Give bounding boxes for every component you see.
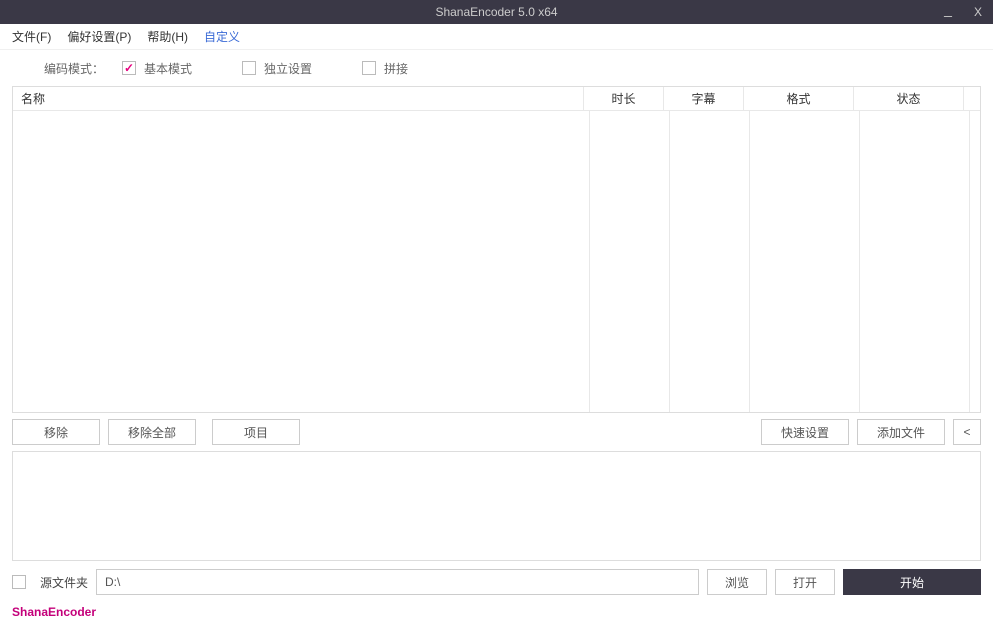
mode-label: 编码模式：	[44, 60, 104, 77]
mode-concat-label: 拼接	[384, 60, 408, 77]
mode-basic-label: 基本模式	[144, 60, 192, 77]
panel-toggle-button[interactable]: <	[953, 419, 981, 445]
window-controls: _ X	[933, 0, 993, 24]
log-area	[12, 451, 981, 561]
output-row: 源文件夹 浏览 打开 开始	[0, 561, 993, 595]
menu-help[interactable]: 帮助(H)	[147, 28, 188, 45]
quick-settings-button[interactable]: 快速设置	[761, 419, 849, 445]
table-body[interactable]	[13, 111, 980, 412]
browse-button[interactable]: 浏览	[707, 569, 767, 595]
menu-preferences[interactable]: 偏好设置(P)	[67, 28, 131, 45]
minimize-button[interactable]: _	[933, 0, 963, 24]
th-format[interactable]: 格式	[744, 87, 854, 111]
checkbox-icon	[362, 61, 376, 75]
window-title: ShanaEncoder 5.0 x64	[435, 5, 557, 19]
mode-bar: 编码模式： 基本模式 独立设置 拼接	[0, 50, 993, 86]
open-button[interactable]: 打开	[775, 569, 835, 595]
th-status[interactable]: 状态	[854, 87, 964, 111]
checkbox-icon	[242, 61, 256, 75]
menu-custom[interactable]: 自定义	[204, 28, 240, 45]
table-header: 名称 时长 字幕 格式 状态	[13, 87, 980, 111]
file-table: 名称 时长 字幕 格式 状态	[12, 86, 981, 413]
remove-button[interactable]: 移除	[12, 419, 100, 445]
mode-basic[interactable]: 基本模式	[122, 60, 192, 77]
mode-independent-label: 独立设置	[264, 60, 312, 77]
action-button-row: 移除 移除全部 项目 快速设置 添加文件 <	[0, 413, 993, 445]
source-folder-label: 源文件夹	[40, 574, 88, 591]
checkbox-icon	[122, 61, 136, 75]
close-button[interactable]: X	[963, 0, 993, 24]
output-path-input[interactable]	[96, 569, 699, 595]
source-folder-check[interactable]: 源文件夹	[12, 574, 88, 591]
checkbox-icon	[12, 575, 26, 589]
th-spacer	[964, 87, 980, 111]
project-button[interactable]: 项目	[212, 419, 300, 445]
footer-brand: ShanaEncoder	[0, 595, 993, 619]
titlebar: ShanaEncoder 5.0 x64 _ X	[0, 0, 993, 24]
menubar: 文件(F) 偏好设置(P) 帮助(H) 自定义	[0, 24, 993, 50]
start-button[interactable]: 开始	[843, 569, 981, 595]
th-subtitle[interactable]: 字幕	[664, 87, 744, 111]
menu-file[interactable]: 文件(F)	[12, 28, 51, 45]
th-duration[interactable]: 时长	[584, 87, 664, 111]
mode-concat[interactable]: 拼接	[362, 60, 408, 77]
mode-independent[interactable]: 独立设置	[242, 60, 312, 77]
th-name[interactable]: 名称	[13, 87, 584, 111]
add-file-button[interactable]: 添加文件	[857, 419, 945, 445]
remove-all-button[interactable]: 移除全部	[108, 419, 196, 445]
